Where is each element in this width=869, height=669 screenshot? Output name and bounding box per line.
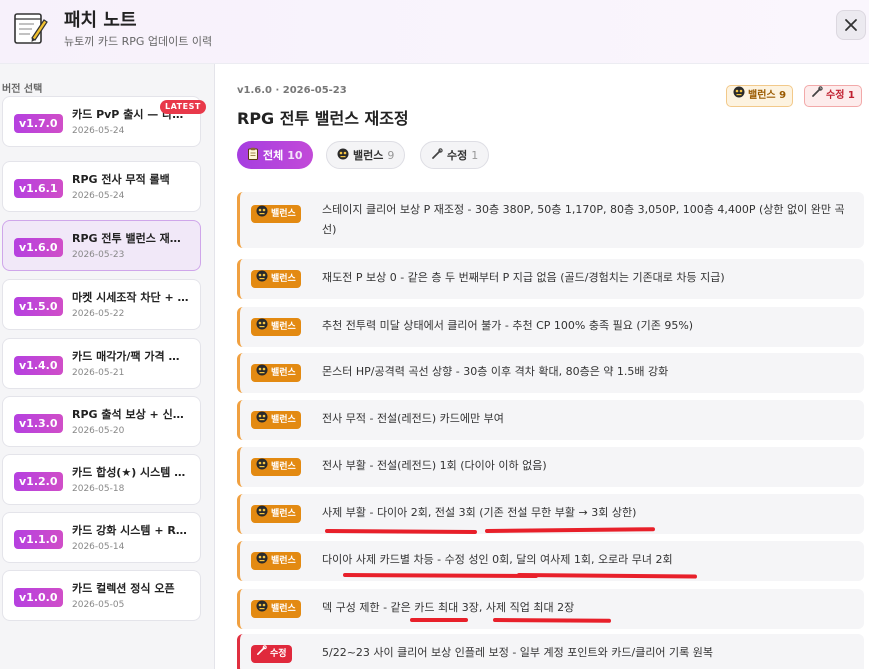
app-subtitle: 뉴토끼 카드 RPG 업데이트 이력: [64, 35, 213, 48]
balance-tag: 밸런스: [251, 505, 301, 523]
patch-entry: 밸런스 전사 부활 - 전설(레전드) 1회 (다이아 이하 없음): [237, 447, 864, 487]
monster-icon: [256, 205, 268, 224]
version-badge: v1.0.0: [14, 588, 63, 607]
balance-tag: 밸런스: [251, 411, 301, 429]
balance-tag: 밸런스: [251, 270, 301, 288]
fix-tag: 수정: [251, 645, 292, 663]
monster-icon: [256, 600, 268, 619]
monster-icon: [256, 505, 268, 524]
version-title: 마켓 시세조작 차단 + …: [72, 291, 189, 304]
entry-text: 전사 무적 - 전설(레전드) 카드에만 부여: [322, 412, 504, 425]
fix-count-badge: 수정 1: [804, 85, 862, 107]
close-icon: [845, 19, 857, 31]
monster-icon: [256, 411, 268, 430]
monster-icon: [337, 148, 349, 163]
entry-text: 덱 구성 제한 - 같은 카드 최대 3장, 사제 직업 최대 2장: [322, 601, 575, 614]
sidebar-heading: 버전 선택: [2, 84, 43, 95]
monster-icon: [733, 86, 745, 106]
monster-icon: [256, 318, 268, 337]
version-date: 2026-05-21: [72, 368, 125, 378]
patch-entry: 밸런스 스테이지 클리어 보상 P 재조정 - 30층 380P, 50층 1,1…: [237, 192, 864, 248]
patch-entry: 수정 5/22~23 사이 클리어 보상 인플레 보정 - 일부 계정 포인트와 …: [237, 634, 864, 669]
entry-text: 몬스터 HP/공격력 곡선 상향 - 30층 이후 격차 확대, 80층은 약 …: [322, 365, 669, 378]
version-date: 2026-05-22: [72, 309, 125, 319]
annotation-underline: [410, 618, 468, 622]
patch-entry: 밸런스 전사 무적 - 전설(레전드) 카드에만 부여: [237, 400, 864, 440]
tab-balance[interactable]: 밸런스 9: [326, 141, 406, 169]
version-item-v1-6-0[interactable]: v1.6.0 RPG 전투 밸런스 재… 2026-05-23: [2, 220, 201, 271]
entry-text: 재도전 P 보상 0 - 같은 층 두 번째부터 P 지급 없음 (골드/경험치…: [322, 271, 725, 284]
version-title: 카드 합성(★) 시스템 …: [72, 466, 186, 479]
wrench-icon: [431, 147, 443, 163]
app-title: 패치 노트: [64, 10, 137, 31]
version-item-v1-6-1[interactable]: v1.6.1 RPG 전사 무적 롤백 2026-05-24: [2, 161, 201, 212]
version-badge: v1.5.0: [14, 297, 63, 316]
version-title: 카드 강화 시스템 + R…: [72, 524, 187, 537]
version-badge: v1.2.0: [14, 472, 63, 491]
wrench-icon: [256, 645, 267, 663]
version-date: 2026-05-18: [72, 484, 125, 494]
patch-detail: v1.6.0 · 2026-05-23 RPG 전투 밸런스 재조정 밸런스 9…: [215, 64, 869, 669]
version-date: 2026-05-24: [72, 126, 125, 136]
version-title: 카드 매각가/팩 가격 …: [72, 350, 180, 363]
balance-tag: 밸런스: [251, 458, 301, 476]
version-item-v1-1-0[interactable]: v1.1.0 카드 강화 시스템 + R… 2026-05-14: [2, 512, 201, 563]
version-badge: v1.4.0: [14, 356, 63, 375]
version-title: RPG 전투 밸런스 재…: [72, 232, 181, 245]
balance-tag: 밸런스: [251, 318, 301, 336]
entry-text: 다이아 사제 카드별 차등 - 수정 성인 0회, 달의 여사제 1회, 오로라…: [322, 553, 673, 566]
balance-tag: 밸런스: [251, 205, 301, 223]
patch-entry: 밸런스 몬스터 HP/공격력 곡선 상향 - 30층 이후 격차 확대, 80층은…: [237, 353, 864, 393]
patch-entry: 밸런스 재도전 P 보상 0 - 같은 층 두 번째부터 P 지급 없음 (골드/…: [237, 259, 864, 299]
version-meta: v1.6.0 · 2026-05-23: [237, 85, 347, 96]
version-badge: v1.6.0: [14, 238, 63, 257]
monster-icon: [256, 270, 268, 289]
balance-tag: 밸런스: [251, 600, 301, 618]
clipboard-icon: [247, 147, 259, 163]
version-item-v1-3-0[interactable]: v1.3.0 RPG 출석 보상 + 신… 2026-05-20: [2, 396, 201, 447]
monster-icon: [256, 458, 268, 477]
version-item-v1-0-0[interactable]: v1.0.0 카드 컬렉션 정식 오픈 2026-05-05: [2, 570, 201, 621]
version-date: 2026-05-14: [72, 542, 125, 552]
app-header: 패치 노트 뉴토끼 카드 RPG 업데이트 이력: [0, 0, 869, 64]
tab-fix[interactable]: 수정 1: [420, 141, 490, 169]
version-item-v1-5-0[interactable]: v1.5.0 마켓 시세조작 차단 + … 2026-05-22: [2, 279, 201, 330]
version-date: 2026-05-24: [72, 191, 125, 201]
patch-entry: 밸런스 추천 전투력 미달 상태에서 클리어 불가 - 추천 CP 100% 충족…: [237, 307, 864, 347]
version-title: 카드 컬렉션 정식 오픈: [72, 582, 175, 595]
balance-count-badge: 밸런스 9: [726, 85, 794, 107]
entry-text: 5/22~23 사이 클리어 보상 인플레 보정 - 일부 계정 포인트와 카드…: [322, 646, 714, 659]
notebook-icon: [14, 13, 48, 44]
version-title: RPG 전사 무적 롤백: [72, 173, 170, 186]
monster-icon: [256, 364, 268, 383]
patch-entry: 밸런스 덱 구성 제한 - 같은 카드 최대 3장, 사제 직업 최대 2장: [237, 589, 864, 629]
version-date: 2026-05-05: [72, 600, 125, 610]
version-item-v1-2-0[interactable]: v1.2.0 카드 합성(★) 시스템 … 2026-05-18: [2, 454, 201, 505]
entry-text: 추천 전투력 미달 상태에서 클리어 불가 - 추천 CP 100% 충족 필요…: [322, 319, 694, 332]
version-date: 2026-05-20: [72, 426, 125, 436]
wrench-icon: [811, 86, 823, 106]
version-badge: v1.6.1: [14, 179, 63, 198]
annotation-underline: [492, 618, 612, 623]
version-badge: v1.3.0: [14, 414, 63, 433]
version-item-v1-4-0[interactable]: v1.4.0 카드 매각가/팩 가격 … 2026-05-21: [2, 338, 201, 389]
page-title: RPG 전투 밸런스 재조정: [237, 109, 409, 128]
latest-badge: LATEST: [160, 100, 206, 114]
entry-text: 스테이지 클리어 보상 P 재조정 - 30층 380P, 50층 1,170P…: [322, 203, 845, 236]
entry-text: 사제 부활 - 다이아 2회, 전설 3회 (기존 전설 무한 부활 → 3회 …: [322, 506, 637, 519]
version-badge: v1.7.0: [14, 114, 63, 133]
balance-tag: 밸런스: [251, 552, 301, 570]
close-button[interactable]: [836, 10, 866, 40]
version-date: 2026-05-23: [72, 250, 125, 260]
version-title: RPG 출석 보상 + 신…: [72, 408, 184, 421]
monster-icon: [256, 552, 268, 571]
balance-tag: 밸런스: [251, 364, 301, 382]
version-sidebar: 버전 선택 v1.7.0 카드 PvP 출시 — 다… 2026-05-24 v1.6…: [0, 64, 215, 669]
version-badge: v1.1.0: [14, 530, 63, 549]
entry-text: 전사 부활 - 전설(레전드) 1회 (다이아 이하 없음): [322, 459, 547, 472]
tab-all[interactable]: 전체 10: [237, 141, 313, 169]
